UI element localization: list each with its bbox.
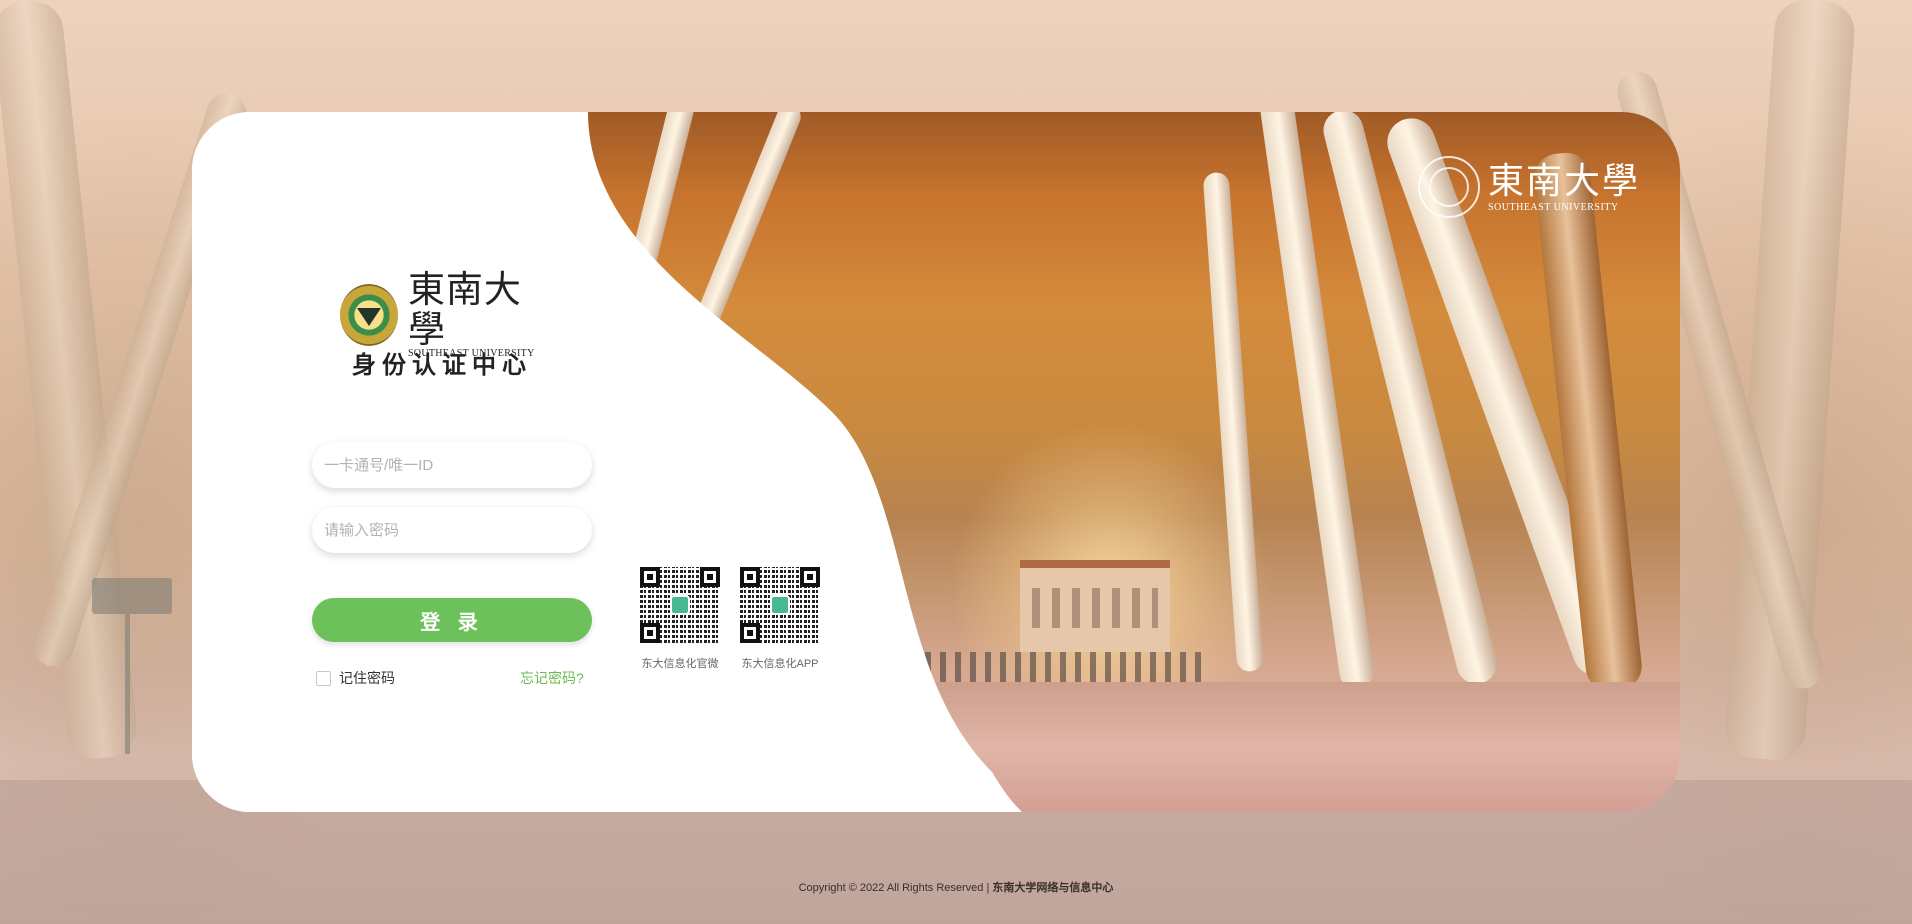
login-button[interactable]: 登 录 [312, 598, 592, 642]
logo-chinese: 東南大學 [407, 268, 522, 351]
qr-app: 东大信息化APP [740, 567, 820, 671]
university-seal-icon [340, 283, 398, 346]
university-seal-icon [1417, 156, 1480, 218]
qr-label: 东大信息化APP [741, 658, 819, 670]
qr-wechat: 东大信息化官微 [640, 567, 720, 671]
qr-code-icon [740, 567, 820, 643]
footer: Copyright © 2022 All Rights Reserved | 东… [0, 879, 1912, 895]
tree-trunk [569, 112, 697, 509]
forgot-password-link[interactable]: 忘记密码? [520, 668, 584, 688]
scene-logo-cn: 東南大學 [1487, 160, 1640, 202]
campus-building [1020, 560, 1170, 652]
password-input[interactable] [312, 507, 592, 553]
wechat-logo-icon [670, 595, 690, 615]
campus-road [580, 682, 1680, 812]
page-title: 身份认证中心 [352, 352, 532, 379]
tree-trunk [1202, 171, 1264, 673]
campus-photo: 東南大學 SOUTHEAST UNIVERSITY [569, 112, 1680, 812]
footer-org: 东南大学网络与信息中心 [992, 882, 1114, 894]
remember-password[interactable]: 记住密码 [316, 668, 395, 688]
qr-code-icon [640, 567, 720, 643]
scene-logo: 東南大學 SOUTHEAST UNIVERSITY [1417, 156, 1640, 218]
scene-logo-en: SOUTHEAST UNIVERSITY [1487, 201, 1619, 213]
login-card: 東南大學 SOUTHEAST UNIVERSITY 東南大學 SOUTHEAST… [192, 112, 1680, 812]
remember-label: 记住密码 [339, 670, 395, 686]
app-logo-icon [770, 595, 790, 615]
username-input[interactable] [312, 442, 592, 488]
copyright-text: Copyright © 2022 All Rights Reserved | [798, 882, 993, 894]
remember-checkbox[interactable] [316, 670, 331, 686]
tree-trunk [1531, 150, 1645, 694]
qr-label: 东大信息化官微 [641, 658, 719, 670]
